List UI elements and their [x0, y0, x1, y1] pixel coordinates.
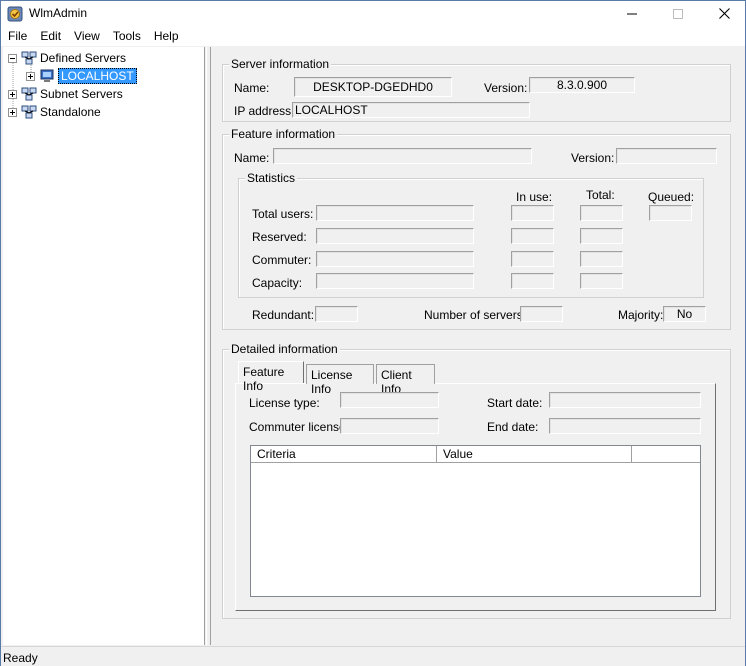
menu-bar: File Edit View Tools Help: [1, 26, 745, 46]
tree-label-subnet-servers: Subnet Servers: [40, 87, 123, 101]
commuter-license-field: [340, 418, 439, 434]
majority-label: Majority:: [618, 308, 664, 322]
tab-license-info[interactable]: License Info: [306, 364, 374, 396]
total-users-total-field: [580, 205, 623, 221]
license-type-field: [340, 392, 439, 408]
tree-item-standalone[interactable]: Standalone: [8, 103, 101, 121]
feature-info-legend: Feature information: [229, 127, 338, 141]
tree-label-localhost: LOCALHOST: [58, 68, 137, 84]
ip-address-field: LOCALHOST: [292, 102, 530, 118]
start-date-label: Start date:: [487, 396, 543, 410]
total-header: Total:: [586, 188, 615, 202]
license-type-label: License type:: [249, 396, 320, 410]
redundant-label: Redundant:: [252, 308, 315, 322]
server-group-icon: [21, 105, 37, 119]
collapse-icon[interactable]: [8, 53, 17, 63]
commuter-license-label: Commuter license:: [249, 420, 350, 434]
column-extra[interactable]: [632, 446, 700, 463]
server-tree[interactable]: Defined Servers LOCALHOST Subnet Servers: [3, 47, 205, 645]
reserved-total-field: [580, 228, 623, 244]
expand-icon[interactable]: [8, 107, 17, 117]
end-date-field: [549, 418, 701, 434]
commuter-label: Commuter:: [252, 253, 312, 267]
feature-name-label: Name:: [234, 151, 270, 165]
reserved-field: [316, 228, 474, 244]
menu-help[interactable]: Help: [147, 26, 185, 46]
maximize-button[interactable]: [655, 1, 701, 26]
in-use-header: In use:: [516, 190, 553, 204]
menu-file[interactable]: File: [1, 26, 33, 46]
queued-header: Queued:: [648, 190, 695, 204]
menu-tools[interactable]: Tools: [106, 26, 147, 46]
title-bar: WlmAdmin: [1, 1, 745, 26]
total-users-label: Total users:: [252, 207, 314, 221]
capacity-in-use-field: [511, 273, 554, 289]
status-bar: Ready: [1, 646, 745, 666]
close-button[interactable]: [701, 1, 746, 26]
computer-icon: [40, 69, 54, 82]
ip-address-label: IP address:: [234, 104, 295, 118]
detailed-info-legend: Detailed information: [229, 342, 340, 356]
server-name-field: DESKTOP-DGEDHD0: [294, 77, 452, 97]
server-info-legend: Server information: [229, 57, 332, 71]
server-group-icon: [21, 51, 37, 65]
tree-label-defined-servers: Defined Servers: [40, 51, 127, 65]
commuter-in-use-field: [511, 251, 554, 267]
reserved-label: Reserved:: [252, 230, 307, 244]
window-title: WlmAdmin: [29, 6, 88, 20]
minimize-icon: [627, 13, 637, 14]
details-panel: Server information Name: DESKTOP-DGEDHD0…: [211, 47, 745, 645]
capacity-label: Capacity:: [252, 276, 303, 290]
capacity-total-field: [580, 273, 623, 289]
commuter-total-field: [580, 251, 623, 267]
number-of-servers-field: [520, 306, 563, 322]
capacity-field: [316, 273, 474, 289]
server-version-field: 8.3.0.900: [529, 77, 635, 93]
column-criteria[interactable]: Criteria: [251, 446, 437, 463]
end-date-label: End date:: [487, 420, 539, 434]
statistics-legend: Statistics: [245, 171, 298, 185]
server-group-icon: [21, 87, 37, 101]
menu-edit[interactable]: Edit: [33, 26, 67, 46]
status-text: Ready: [3, 651, 38, 665]
number-of-servers-label: Number of servers:: [424, 308, 527, 322]
server-version-label: Version:: [484, 81, 528, 95]
reserved-in-use-field: [511, 228, 554, 244]
expand-icon[interactable]: [8, 89, 17, 99]
total-users-in-use-field: [511, 205, 554, 221]
column-value[interactable]: Value: [437, 446, 632, 463]
feature-version-field: [616, 148, 717, 164]
tree-label-standalone: Standalone: [40, 105, 101, 119]
majority-field: No: [663, 306, 706, 322]
tree-item-localhost[interactable]: LOCALHOST: [26, 67, 137, 85]
feature-version-label: Version:: [571, 151, 615, 165]
criteria-list[interactable]: Criteria Value: [250, 445, 701, 597]
menu-view[interactable]: View: [67, 26, 106, 46]
total-users-field: [316, 205, 474, 221]
tab-feature-info[interactable]: Feature Info: [238, 361, 304, 393]
total-users-queued-field: [649, 205, 692, 221]
expand-icon[interactable]: [26, 71, 35, 81]
feature-name-field: [273, 148, 532, 164]
start-date-field: [549, 392, 701, 408]
minimize-button[interactable]: [609, 1, 655, 26]
redundant-field: [315, 306, 358, 322]
tab-client-info[interactable]: Client Info: [376, 364, 435, 396]
tree-item-defined-servers[interactable]: Defined Servers: [8, 49, 126, 67]
app-icon: [7, 6, 23, 22]
server-name-label: Name:: [234, 81, 270, 95]
commuter-field: [316, 251, 474, 267]
list-header: Criteria Value: [251, 446, 700, 463]
tree-item-subnet-servers[interactable]: Subnet Servers: [8, 85, 123, 103]
close-icon: [718, 8, 730, 19]
main-window: WlmAdmin File Edit View Tools Help Defin…: [0, 0, 746, 666]
maximize-icon: [673, 8, 683, 19]
